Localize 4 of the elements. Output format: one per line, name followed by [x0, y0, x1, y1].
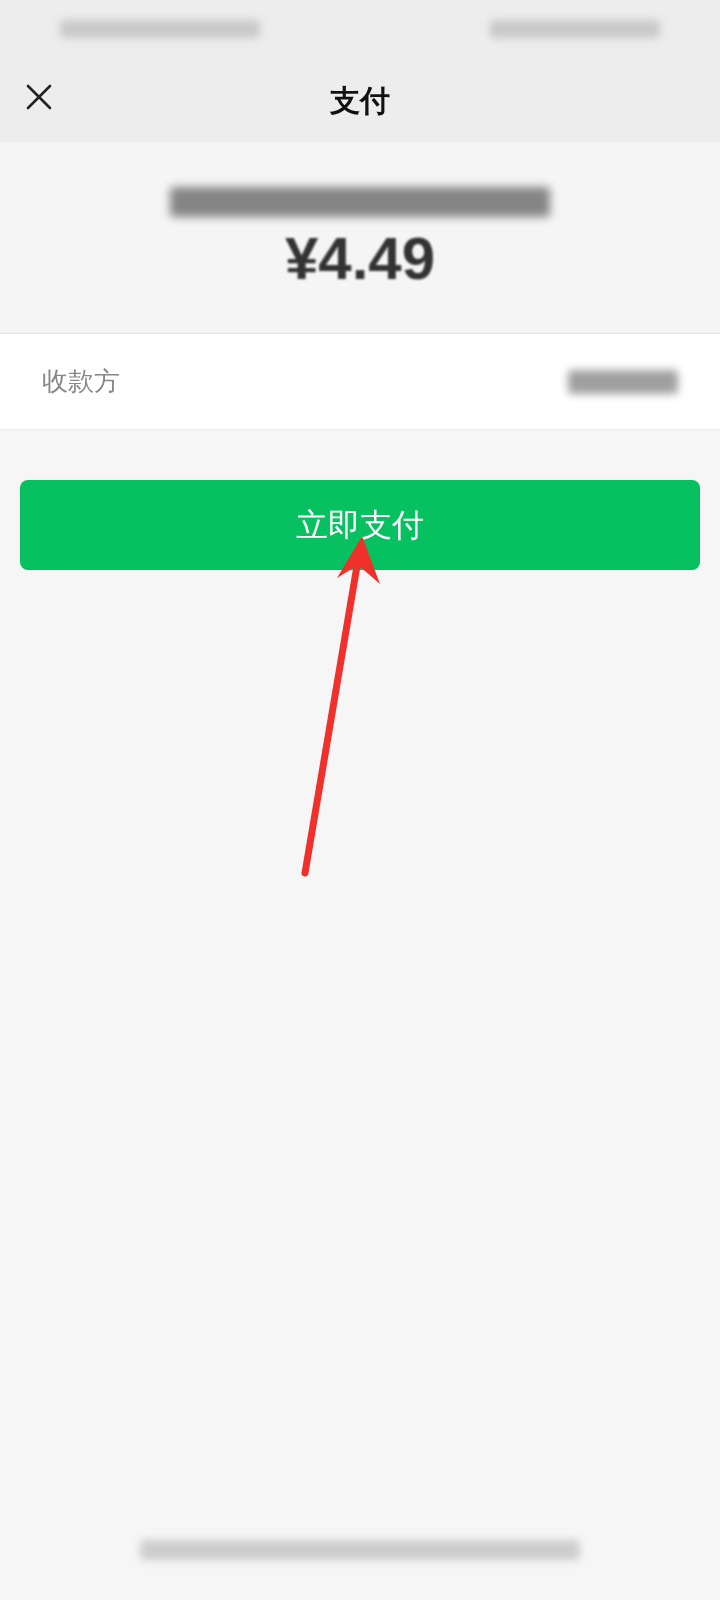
pay-now-button[interactable]: 立即支付	[20, 480, 700, 570]
page-title: 支付	[330, 82, 390, 119]
payment-amount: ¥4.49	[284, 228, 436, 289]
payee-label: 收款方	[42, 365, 120, 398]
